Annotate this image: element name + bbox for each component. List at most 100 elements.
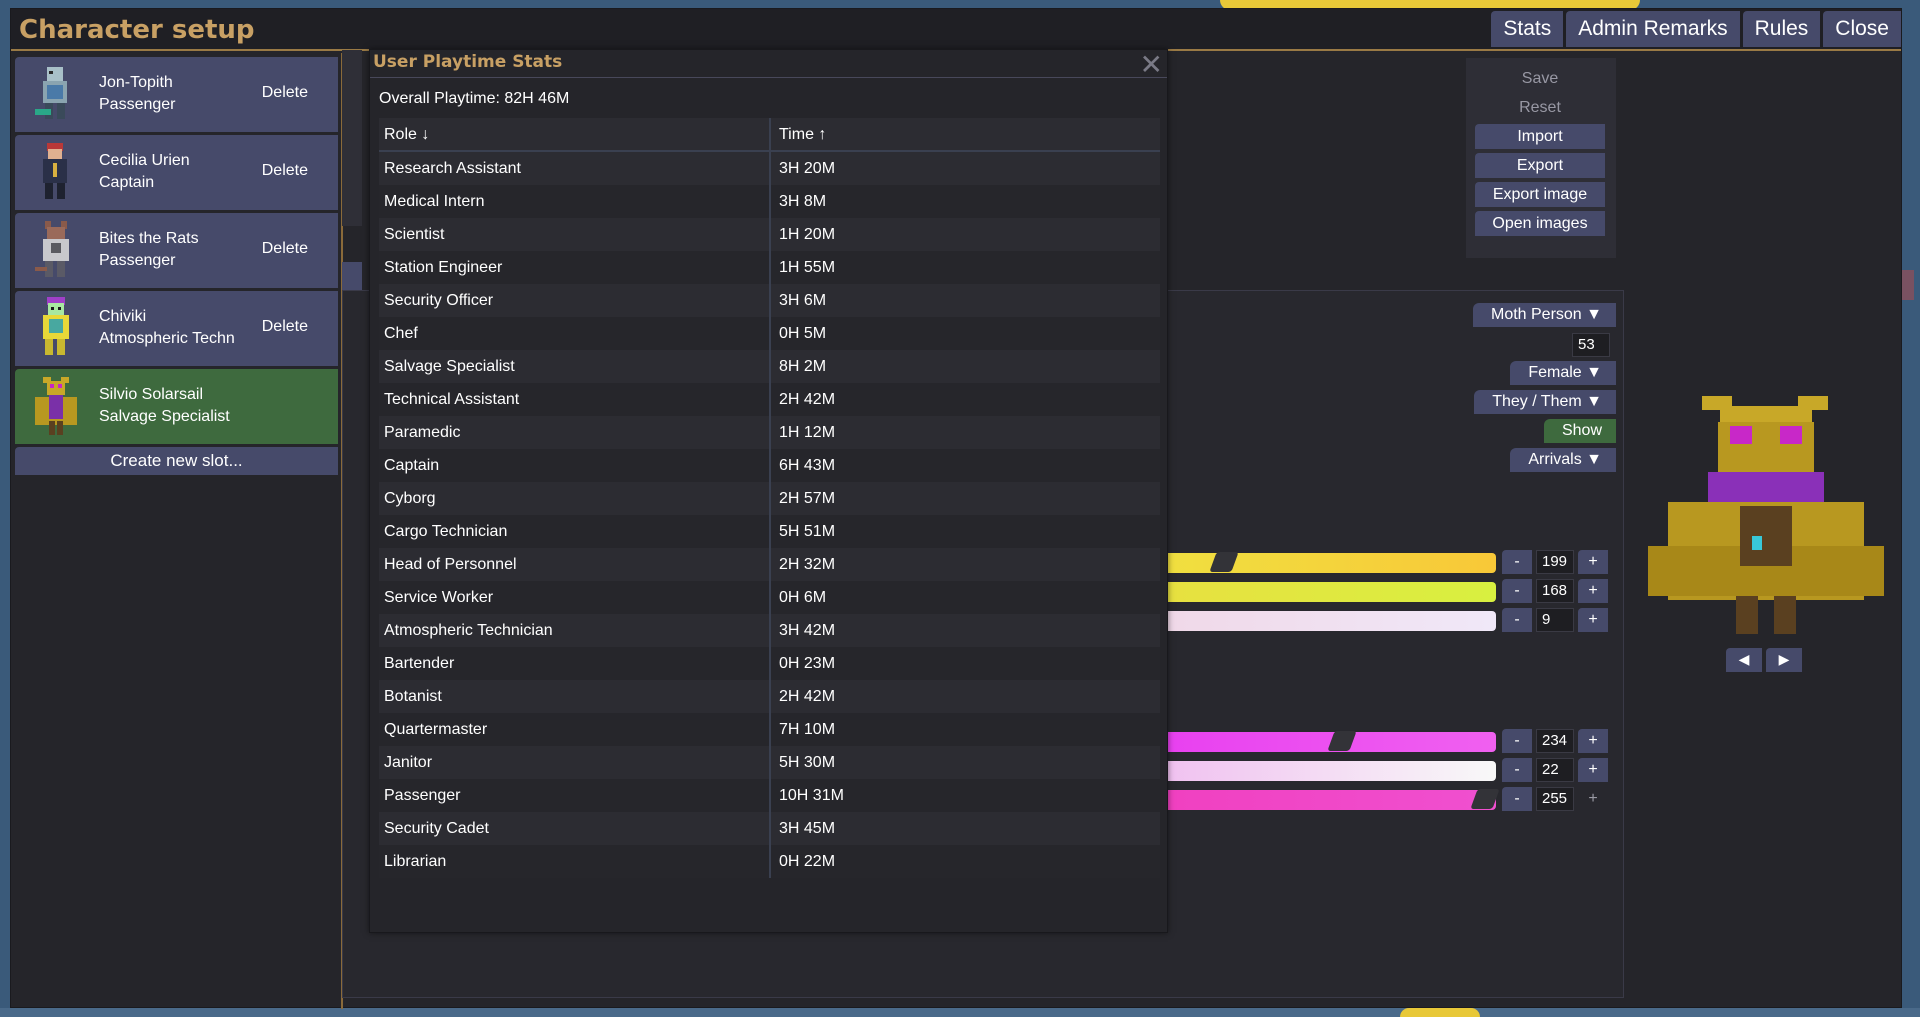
spawn-row: Arrivals ▼: [1460, 448, 1616, 474]
increment-button[interactable]: +: [1578, 729, 1608, 753]
save-button[interactable]: Save: [1475, 66, 1605, 91]
triangle-left-icon: ◀: [1738, 652, 1750, 668]
time-cell: 0H 6M: [779, 589, 827, 606]
close-icon[interactable]: ✕: [1140, 48, 1163, 81]
table-row: Scientist 1H 20M: [379, 218, 1160, 251]
table-row: Paramedic 1H 12M: [379, 416, 1160, 449]
editor-tab[interactable]: [342, 262, 362, 292]
role-cell: Chef: [379, 317, 771, 350]
import-button[interactable]: Import: [1475, 124, 1605, 149]
delete-slot-button[interactable]: Delete: [262, 162, 308, 180]
slot-job: Passenger: [99, 252, 176, 269]
color-slider-track[interactable]: [1156, 582, 1496, 602]
admin-remarks-button[interactable]: Admin Remarks: [1566, 11, 1740, 47]
rotate-left-button[interactable]: ◀: [1726, 648, 1762, 672]
table-header: Role ↓ Time ↑: [379, 118, 1160, 152]
color-slider-row: - 9 +: [1156, 608, 1624, 632]
increment-button[interactable]: +: [1578, 550, 1608, 574]
table-row: Security Officer 3H 6M: [379, 284, 1160, 317]
character-slot-list: Jon-Topith Passenger Delete Cecilia Urien…: [15, 57, 341, 475]
delete-slot-button[interactable]: Delete: [262, 318, 308, 336]
character-slot[interactable]: Chiviki Atmospheric Techn Delete: [15, 291, 338, 366]
character-slot[interactable]: Cecilia Urien Captain Delete: [15, 135, 338, 210]
triangle-down-icon: ▼: [1586, 306, 1602, 323]
table-row: Botanist 2H 42M: [379, 680, 1160, 713]
slot-job: Captain: [99, 174, 155, 191]
window-title: Character setup: [19, 15, 255, 45]
close-button[interactable]: Close: [1823, 11, 1901, 47]
reset-button[interactable]: Reset: [1475, 95, 1605, 120]
character-sprite-icon: [43, 143, 67, 199]
slot-name: Bites the Rats: [99, 230, 199, 247]
role-column-header[interactable]: Role ↓: [379, 118, 771, 150]
decrement-button[interactable]: -: [1502, 787, 1532, 811]
pronouns-dropdown[interactable]: They / Them ▼: [1474, 390, 1616, 414]
slider-value-field[interactable]: 22: [1536, 758, 1574, 782]
time-cell: 5H 30M: [779, 754, 836, 771]
slider-value-field[interactable]: 9: [1536, 608, 1574, 632]
table-row: Atmospheric Technician 3H 42M: [379, 614, 1160, 647]
rotate-right-button[interactable]: ▶: [1766, 648, 1802, 672]
species-dropdown[interactable]: Moth Person ▼: [1472, 303, 1616, 327]
character-sprite-icon: [35, 221, 69, 277]
table-row: Service Worker 0H 6M: [379, 581, 1160, 614]
decrement-button[interactable]: -: [1502, 608, 1532, 632]
decrement-button[interactable]: -: [1502, 550, 1532, 574]
character-slot-selected[interactable]: Silvio Solarsail Salvage Specialist: [15, 369, 338, 444]
time-column-header[interactable]: Time ↑: [771, 118, 1160, 150]
slot-name: Jon-Topith: [99, 74, 173, 91]
species-value: Moth Person: [1490, 306, 1582, 323]
increment-button[interactable]: +: [1578, 608, 1608, 632]
color-slider-track[interactable]: [1156, 732, 1496, 752]
table-row: Technical Assistant 2H 42M: [379, 383, 1160, 416]
table-row: Quartermaster 7H 10M: [379, 713, 1160, 746]
slider-value-field[interactable]: 168: [1536, 579, 1574, 603]
role-cell: Cyborg: [379, 482, 771, 515]
spawn-dropdown[interactable]: Arrivals ▼: [1510, 448, 1616, 472]
decrement-button[interactable]: -: [1502, 579, 1532, 603]
slider-value-field[interactable]: 199: [1536, 550, 1574, 574]
export-button[interactable]: Export: [1475, 153, 1605, 178]
color-slider-track[interactable]: [1156, 761, 1496, 781]
color-slider-row: - 199 +: [1156, 550, 1624, 574]
role-cell: Atmospheric Technician: [379, 614, 771, 647]
table-row: Cyborg 2H 57M: [379, 482, 1160, 515]
time-cell: 2H 32M: [779, 556, 836, 573]
sex-row: Female ▼: [1460, 361, 1616, 387]
triangle-right-icon: ▶: [1778, 652, 1790, 668]
slider-value-field[interactable]: 234: [1536, 729, 1574, 753]
character-slot[interactable]: Bites the Rats Passenger Delete: [15, 213, 338, 288]
increment-button[interactable]: +: [1578, 787, 1608, 811]
time-cell: 3H 42M: [779, 622, 836, 639]
table-row: Janitor 5H 30M: [379, 746, 1160, 779]
open-images-button[interactable]: Open images: [1475, 211, 1605, 236]
role-cell: Technical Assistant: [379, 383, 771, 416]
slot-label: Cecilia Urien Captain: [99, 150, 190, 194]
color-slider-track[interactable]: [1156, 553, 1496, 573]
slider-value-field[interactable]: 255: [1536, 787, 1574, 811]
role-cell: Bartender: [379, 647, 771, 680]
color-slider-track[interactable]: [1156, 790, 1496, 810]
export-image-button[interactable]: Export image: [1475, 182, 1605, 207]
slot-job: Atmospheric Techn: [99, 330, 235, 347]
sex-dropdown[interactable]: Female ▼: [1510, 361, 1616, 385]
rules-button[interactable]: Rules: [1742, 11, 1821, 47]
color-slider-row: - 234 +: [1156, 729, 1624, 753]
create-new-slot-button[interactable]: Create new slot...: [15, 447, 338, 475]
slot-label: Chiviki Atmospheric Techn: [99, 306, 235, 350]
show-toggle[interactable]: Show: [1543, 419, 1616, 443]
delete-slot-button[interactable]: Delete: [262, 240, 308, 258]
time-cell: 10H 31M: [779, 787, 844, 804]
character-slot[interactable]: Jon-Topith Passenger Delete: [15, 57, 338, 132]
color-slider-track[interactable]: [1156, 611, 1496, 631]
decrement-button[interactable]: -: [1502, 758, 1532, 782]
stats-button[interactable]: Stats: [1491, 11, 1564, 47]
time-cell: 5H 51M: [779, 523, 836, 540]
triangle-down-icon: ▼: [1586, 364, 1602, 381]
slot-name: Chiviki: [99, 308, 147, 325]
increment-button[interactable]: +: [1578, 758, 1608, 782]
decrement-button[interactable]: -: [1502, 729, 1532, 753]
delete-slot-button[interactable]: Delete: [262, 84, 308, 102]
age-field[interactable]: 53: [1572, 333, 1610, 357]
increment-button[interactable]: +: [1578, 579, 1608, 603]
